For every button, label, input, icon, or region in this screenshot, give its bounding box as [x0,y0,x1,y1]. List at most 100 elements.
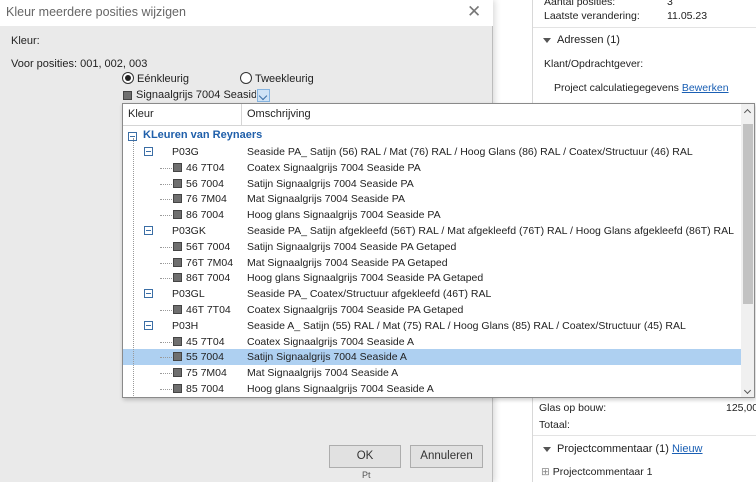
color-code: P03GK [172,225,206,237]
tweekleurig-radio[interactable] [240,72,252,84]
aantal-posities-value: 3 [667,0,673,8]
color-row[interactable]: 45 7T04 Coatex Signaalgrijs 7004 Seaside … [123,334,741,350]
color-row[interactable]: 46T 7T04 Coatex Signaalgrijs 7004 Seaside… [123,302,741,318]
kleur-combobox[interactable]: Signaalgrijs 7004 Seaside A [123,89,270,103]
color-description: Seaside PA_ Satijn afgekleefd (56T) RAL … [247,225,734,237]
eenkleurig-label[interactable]: Eénkleurig [137,73,189,85]
color-swatch-icon [173,194,182,204]
color-code: 75 7M04 [186,367,227,380]
color-description: Satijn Signaalgrijs 7004 Seaside PA [247,177,414,190]
glas-op-bouw-label: Glas op bouw: [539,402,607,414]
color-swatch-icon [173,162,182,172]
projectcommentaar-item[interactable]: ⊞ Projectcommentaar 1 [541,466,653,478]
posities-label: Voor posities: 001, 002, 003 [11,58,148,70]
color-description: Seaside A_ Satijn (55) RAL / Mat (75) RA… [247,319,686,332]
color-description: Hoog glans Signaalgrijs 7004 Seaside PA … [247,272,484,285]
bg-fragment: Pt [362,470,371,480]
chevron-down-icon[interactable] [257,89,270,102]
color-row[interactable]: 55 7004 Satijn Signaalgrijs 7004 Seaside … [123,349,741,366]
color-code: 76T 7M04 [186,256,234,269]
adressen-section[interactable]: Adressen (1) [543,34,620,46]
collapse-icon[interactable] [144,147,153,156]
collapse-icon[interactable] [144,320,153,330]
kleur-label: Kleur: [11,35,40,47]
grid-rows: KLeuren van Reynaers P03G Seaside PA_ Sat… [123,126,741,397]
color-description: Satijn Signaalgrijs 7004 Seaside PA Geta… [247,240,457,253]
color-description: Seaside PA_ Coatex/Structuur afgekleefd … [247,288,492,301]
calculatiegegevens-row: Project calculatiegegevens Bewerken [554,82,729,94]
nieuw-link[interactable]: Nieuw [672,443,703,455]
color-description: Coatex Signaalgrijs 7004 Seaside PA [247,161,421,174]
color-code: 85 7004 [186,383,224,395]
color-code: 86T 7004 [186,272,231,285]
scroll-down-icon[interactable] [741,385,754,397]
color-description: Seaside PA_ Satijn (56) RAL / Mat (76) R… [247,146,693,158]
collapse-icon[interactable] [543,37,551,43]
col-header-kleur[interactable]: Kleur [128,108,154,120]
tweekleurig-label[interactable]: Tweekleurig [255,73,314,85]
projectcommentaar-section[interactable]: Projectcommentaar (1) Nieuw [543,443,703,455]
color-code: P03G [172,146,199,158]
color-row[interactable]: 46 7T04 Coatex Signaalgrijs 7004 Seaside … [123,160,741,176]
color-description: Mat Signaalgrijs 7004 Seaside A [247,367,399,380]
color-swatch-icon [123,91,132,100]
color-swatch-icon [173,384,182,393]
color-family-row[interactable]: P03GL Seaside PA_ Coatex/Structuur afgekl… [123,286,741,302]
dialog-titlebar[interactable]: Kleur meerdere posities wijzigen ✕ [0,0,493,26]
color-description: Satijn Signaalgrijs 7004 Seaside A [247,351,407,364]
klant-label: Klant/Opdrachtgever: [544,58,644,70]
color-description: Coatex Signaalgrijs 7004 Seaside PA Geta… [247,304,464,316]
ok-button[interactable]: OK [329,445,401,468]
collapse-icon[interactable] [144,289,153,299]
col-header-omschrijving[interactable]: Omschrijving [247,108,311,120]
annuleren-button[interactable]: Annuleren [410,445,483,468]
color-description: Hoog glans Signaalgrijs 7004 Seaside PA [247,209,441,222]
color-code: 56 7004 [186,177,224,190]
group-row[interactable]: KLeuren van Reynaers [123,128,741,144]
color-code: 55 7004 [186,351,224,364]
collapse-icon[interactable] [144,226,153,235]
color-swatch-icon [173,273,182,283]
color-swatch-icon [173,305,182,314]
color-swatch-icon [173,368,182,378]
kleur-combobox-value[interactable]: Signaalgrijs 7004 Seaside A [136,89,256,101]
glas-op-bouw-value: 125,00 [726,402,756,414]
grid-header: Kleur Omschrijving [123,104,741,126]
color-swatch-icon [173,241,182,251]
color-row[interactable]: 86T 7004 Hoog glans Signaalgrijs 7004 Sea… [123,270,741,286]
color-code: 86 7004 [186,209,224,222]
color-row[interactable]: 86 7004 Hoog glans Signaalgrijs 7004 Seas… [123,207,741,223]
color-row[interactable]: 56 7004 Satijn Signaalgrijs 7004 Seaside … [123,176,741,192]
color-row[interactable]: 76 7M04 Mat Signaalgrijs 7004 Seaside PA [123,191,741,207]
color-swatch-icon [173,336,182,346]
color-code: 76 7M04 [186,193,227,206]
color-row[interactable]: 76T 7M04 Mat Signaalgrijs 7004 Seaside PA… [123,255,741,271]
color-code: P03H [172,319,199,332]
group-label: KLeuren van Reynaers [143,129,263,141]
color-row[interactable]: 56T 7004 Satijn Signaalgrijs 7004 Seaside… [123,239,741,255]
expand-icon[interactable]: ⊞ [541,466,550,478]
color-family-row[interactable]: P03H Seaside A_ Satijn (55) RAL / Mat (75… [123,318,741,334]
scrollbar-thumb[interactable] [743,124,753,304]
color-row[interactable]: 85 7004 Hoog glans Signaalgrijs 7004 Seas… [123,381,741,397]
color-description: Mat Signaalgrijs 7004 Seaside PA Getaped [247,256,448,269]
vertical-scrollbar[interactable] [741,104,754,397]
color-code: 46 7T04 [186,161,225,174]
close-icon[interactable]: ✕ [467,2,481,22]
color-row[interactable]: 75 7M04 Mat Signaalgrijs 7004 Seaside A [123,365,741,381]
color-family-row[interactable]: P03GK Seaside PA_ Satijn afgekleefd (56T)… [123,223,741,239]
kleur-dropdown-grid[interactable]: Kleur Omschrijving KLeuren van Reynaers … [122,103,755,398]
color-description: Mat Signaalgrijs 7004 Seaside PA [247,193,405,206]
scroll-up-icon[interactable] [741,104,754,118]
color-swatch-icon [173,178,182,188]
collapse-icon[interactable] [543,446,551,452]
eenkleurig-radio[interactable] [122,72,134,84]
laatste-verandering-label: Laatste verandering: [544,10,640,22]
color-description: Hoog glans Signaalgrijs 7004 Seaside A [247,383,434,395]
color-swatch-icon [173,257,182,267]
color-code: P03GL [172,288,205,301]
laatste-verandering-value: 11.05.23 [667,10,708,22]
color-description: Coatex Signaalgrijs 7004 Seaside A [247,335,414,348]
bewerken-link[interactable]: Bewerken [682,82,729,94]
color-family-row[interactable]: P03G Seaside PA_ Satijn (56) RAL / Mat (7… [123,144,741,160]
